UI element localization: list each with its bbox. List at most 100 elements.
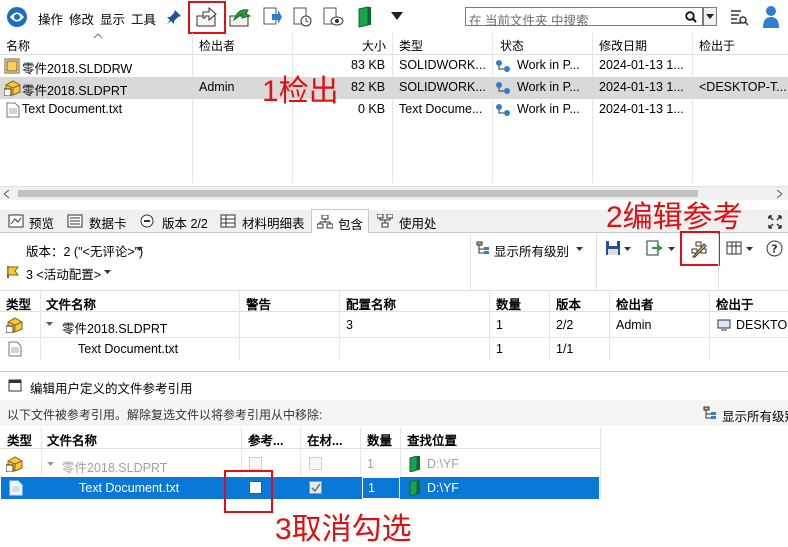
file-type: SOLIDWORK... — [399, 58, 486, 72]
file-type: Text Docume... — [399, 102, 483, 116]
search-input[interactable]: 在 当前文件夹 中搜索 — [465, 7, 703, 28]
col-found-in[interactable]: 查找位置 — [407, 430, 457, 449]
user-icon[interactable] — [762, 5, 780, 29]
export-icon[interactable] — [646, 240, 664, 256]
check-in-icon[interactable] — [228, 6, 252, 28]
tab-where-used[interactable]: 使用处 — [399, 213, 437, 232]
dialog-qty: 1 — [367, 457, 374, 471]
scroll-thumb[interactable] — [18, 190, 698, 197]
tree-expand-icon[interactable] — [47, 462, 54, 467]
view-file-icon[interactable] — [322, 6, 344, 28]
save-icon[interactable] — [605, 240, 621, 256]
show-all-levels-dropdown[interactable]: 显示所有级别 — [494, 241, 569, 260]
sort-ascending-icon — [93, 33, 103, 39]
annotation-step1: 1检出 — [262, 75, 339, 108]
dialog-window-icon — [8, 379, 22, 392]
col-checked-out-at[interactable]: 检出于 — [699, 37, 735, 54]
configuration-dropdown[interactable]: 3 <活动配置> — [26, 264, 101, 283]
reference-checkbox-disabled — [249, 457, 262, 470]
col-checked-by[interactable]: 检出者 — [616, 294, 654, 313]
tab-datacard[interactable]: 数据卡 — [89, 213, 127, 232]
scroll-left-icon[interactable] — [4, 190, 10, 198]
pin-icon[interactable] — [166, 9, 182, 25]
dialog-description: 以下文件被参考引用。解除复选文件以将参考引用从中移除: — [7, 408, 323, 422]
chevron-down-icon[interactable] — [576, 247, 583, 252]
file-status: Work in P... — [517, 102, 580, 116]
more-dropdown-icon[interactable] — [390, 11, 404, 21]
col-version[interactable]: 版本 — [556, 294, 581, 313]
file-name: Text Document.txt — [22, 102, 123, 116]
col-warning[interactable]: 警告 — [246, 294, 271, 313]
dialog-show-all-levels[interactable]: 显示所有级别 — [722, 406, 788, 425]
annotation-step3: 3取消勾选 — [275, 513, 412, 546]
col-reference[interactable]: 参考... — [248, 430, 283, 449]
col-checked-by[interactable]: 检出者 — [199, 37, 235, 54]
dialog-filename: Text Document.txt — [79, 481, 180, 495]
col-checked-out-at[interactable]: 检出于 — [716, 294, 754, 313]
menu-tools[interactable]: 工具 — [131, 9, 156, 28]
menu-operate[interactable]: 操作 — [38, 9, 63, 28]
col-type[interactable]: 类型 — [6, 294, 31, 313]
file-checked-by: Admin — [199, 80, 235, 94]
tab-preview[interactable]: 预览 — [29, 213, 54, 232]
dialog-row-selected[interactable]: Text Document.txt 1 D:\YF — [1, 477, 599, 499]
col-status[interactable]: 状态 — [500, 37, 524, 54]
col-config-name[interactable]: 配置名称 — [346, 294, 396, 313]
show-all-levels-icon — [476, 241, 489, 254]
menu-modify[interactable]: 修改 — [69, 9, 94, 28]
file-date: 2024-01-13 1... — [599, 58, 684, 72]
main-toolbar: 操作 修改 显示 工具 在 当前文件夹 中搜索 — [0, 0, 788, 34]
col-size[interactable]: 大小 — [362, 37, 386, 54]
menu-view[interactable]: 显示 — [100, 9, 125, 28]
checkmark-icon — [311, 483, 321, 493]
dialog-qty[interactable]: 1 — [368, 481, 375, 495]
search-list-icon[interactable] — [729, 7, 749, 27]
col-quantity[interactable]: 数量 — [367, 430, 392, 449]
scroll-right-icon[interactable] — [776, 190, 782, 198]
col-in-bom[interactable]: 在材... — [307, 430, 342, 449]
tree-expand-icon[interactable] — [46, 322, 53, 327]
col-type[interactable]: 类型 — [7, 430, 32, 449]
contains-version: 1/1 — [556, 342, 574, 356]
chevron-down-icon[interactable] — [624, 247, 631, 252]
file-name: 零件2018.SLDDRW — [22, 62, 133, 76]
col-filename[interactable]: 文件名称 — [46, 294, 96, 313]
chevron-down-icon[interactable] — [746, 247, 753, 252]
in-bom-checkbox[interactable] — [309, 481, 322, 494]
col-date[interactable]: 修改日期 — [599, 37, 647, 54]
help-icon[interactable]: ? — [766, 240, 783, 257]
col-quantity[interactable]: 数量 — [496, 294, 521, 313]
vault-book-icon[interactable] — [356, 6, 374, 28]
get-version-icon[interactable] — [292, 6, 312, 28]
chevron-down-icon[interactable] — [104, 270, 111, 275]
edit-references-dialog-title: 编辑用户定义的文件参考引用 — [0, 371, 788, 399]
contains-toolbar: 版本：2 ("<无评论>") 3 <活动配置> 显示所有级别 ? — [0, 231, 788, 290]
tab-bom[interactable]: 材料明细表 — [242, 213, 305, 232]
chevron-down-icon[interactable] — [136, 247, 143, 252]
vault-logo-icon[interactable] — [6, 6, 28, 28]
file-row[interactable]: 零件2018.SLDPRT Admin 82 KB SOLIDWORK... W… — [0, 77, 788, 99]
file-row[interactable]: Text Document.txt 0 KB Text Docume... Wo… — [0, 99, 788, 121]
tab-contains-active[interactable]: 包含 — [311, 209, 369, 233]
expand-panel-icon[interactable] — [768, 215, 782, 229]
contains-row[interactable]: Text Document.txt 1 1/1 — [0, 338, 788, 360]
col-filename[interactable]: 文件名称 — [47, 430, 97, 449]
search-icon[interactable] — [685, 11, 697, 23]
col-name[interactable]: 名称 — [6, 37, 30, 54]
edit-references-icon[interactable] — [690, 240, 708, 258]
text-file-icon — [6, 102, 20, 118]
search-dropdown-button[interactable] — [703, 7, 717, 26]
contains-row[interactable]: 零件2018.SLDPRT 3 1 2/2 Admin DESKTOP- — [0, 313, 788, 337]
version-dropdown[interactable]: 版本：2 ("<无评论>") — [26, 241, 143, 260]
check-out-icon[interactable] — [195, 6, 219, 28]
get-latest-icon[interactable] — [262, 6, 282, 28]
contains-grid-header: 类型 文件名称 警告 配置名称 数量 版本 检出者 检出于 — [0, 290, 788, 312]
tab-version[interactable]: 版本 2/2 — [162, 213, 208, 232]
columns-icon[interactable] — [726, 241, 742, 255]
chevron-down-icon[interactable] — [668, 247, 675, 252]
file-row[interactable]: 零件2018.SLDDRW 83 KB SOLIDWORK... Work in… — [0, 55, 788, 77]
col-type[interactable]: 类型 — [399, 37, 423, 54]
dialog-row[interactable]: 零件2018.SLDPRT 1 D:\YF — [0, 452, 600, 476]
contains-qty: 1 — [496, 318, 503, 332]
contains-location: DESKTOP- — [736, 318, 788, 332]
